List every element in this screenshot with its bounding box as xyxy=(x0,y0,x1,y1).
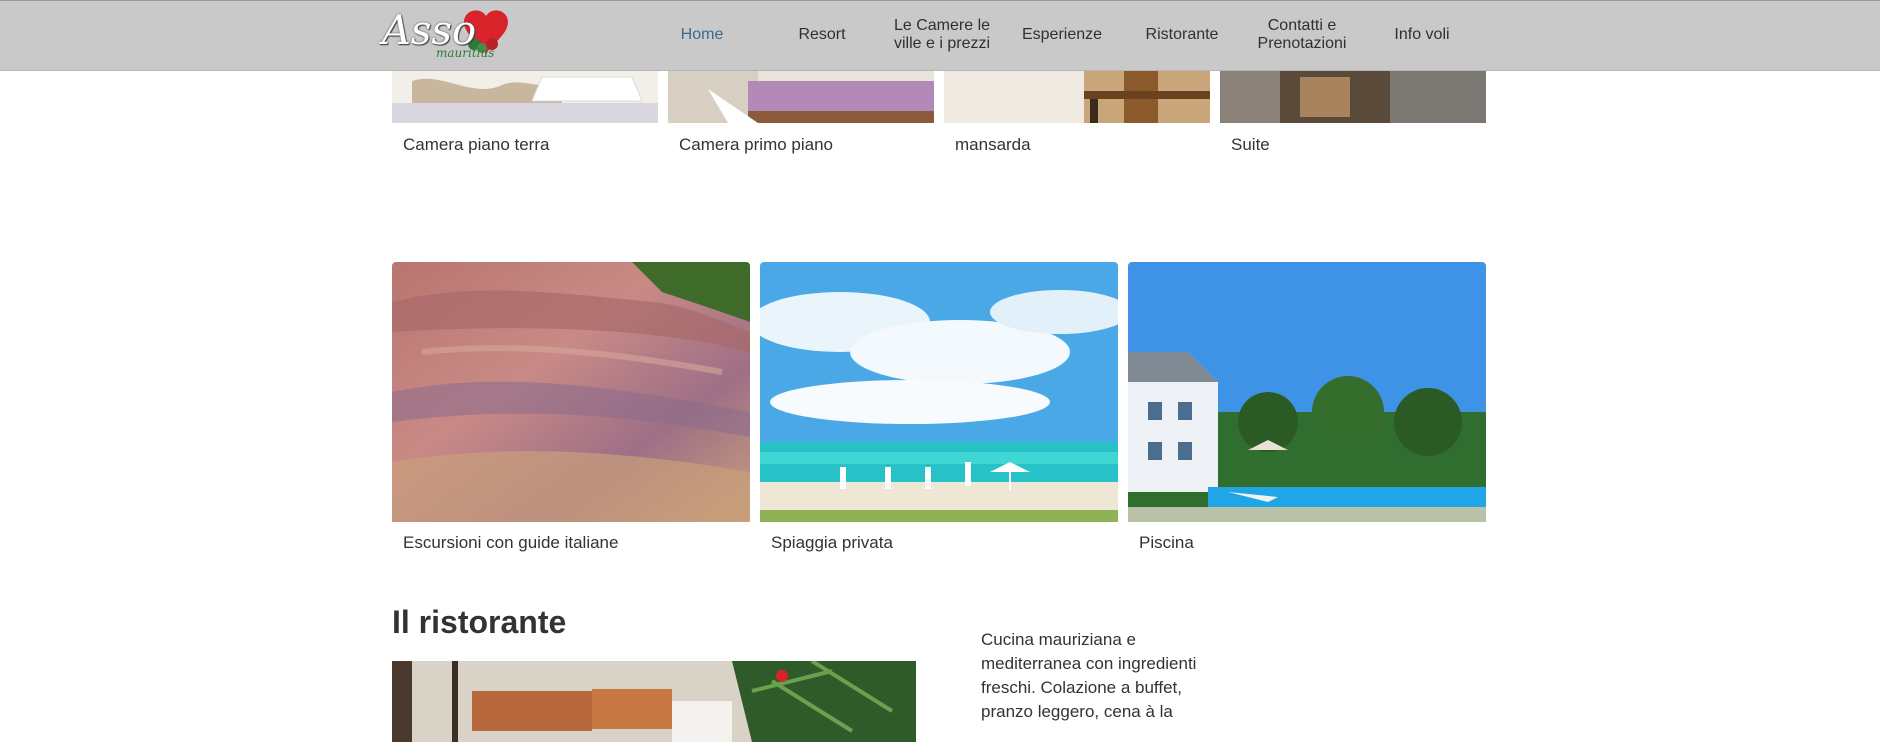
experience-label: Escursioni con guide italiane xyxy=(403,533,619,552)
room-card-suite[interactable]: Suite xyxy=(1220,71,1486,155)
nav-resort[interactable]: Resort xyxy=(762,1,882,69)
room-image[interactable] xyxy=(668,71,934,123)
restaurant-description: Cucina mauriziana e mediterranea con ing… xyxy=(981,630,1197,721)
main-nav: Home Resort Le Camere le ville e i prezz… xyxy=(642,1,1482,72)
experience-label: Spiaggia privata xyxy=(771,533,893,552)
logo-subtext: mauritius xyxy=(436,46,495,60)
experience-image[interactable] xyxy=(392,262,750,522)
experience-card-spiaggia[interactable]: Spiaggia privata xyxy=(760,262,1118,553)
nav-info-voli[interactable]: Info voli xyxy=(1362,1,1482,69)
nav-home[interactable]: Home xyxy=(642,1,762,69)
room-label: mansarda xyxy=(955,135,1031,154)
experience-image[interactable] xyxy=(1128,262,1486,522)
room-image[interactable] xyxy=(944,71,1210,123)
experience-label: Piscina xyxy=(1139,533,1194,552)
nav-ristorante[interactable]: Ristorante xyxy=(1122,1,1242,69)
nav-contatti[interactable]: Contatti e Prenotazioni xyxy=(1242,1,1362,69)
restaurant-image xyxy=(392,661,916,742)
nav-esperienze[interactable]: Esperienze xyxy=(1002,1,1122,69)
site-header: Asso mauritius Home Resort Le Camere le … xyxy=(0,0,1880,71)
room-card-piano-terra[interactable]: Camera piano terra xyxy=(392,71,658,155)
room-image[interactable] xyxy=(1220,71,1486,123)
experience-card-piscina[interactable]: Piscina xyxy=(1128,262,1486,553)
room-label: Camera piano terra xyxy=(403,135,550,154)
site-logo[interactable]: Asso mauritius xyxy=(374,4,522,64)
restaurant-title: Il ristorante xyxy=(392,604,567,640)
room-card-mansarda[interactable]: mansarda xyxy=(944,71,1210,155)
experience-card-escursioni[interactable]: Escursioni con guide italiane xyxy=(392,262,750,553)
nav-camere[interactable]: Le Camere le ville e i prezzi xyxy=(882,1,1002,69)
experience-image[interactable] xyxy=(760,262,1118,522)
room-image[interactable] xyxy=(392,71,658,123)
room-label: Suite xyxy=(1231,135,1270,154)
room-card-primo-piano[interactable]: Camera primo piano xyxy=(668,71,934,155)
room-label: Camera primo piano xyxy=(679,135,834,154)
